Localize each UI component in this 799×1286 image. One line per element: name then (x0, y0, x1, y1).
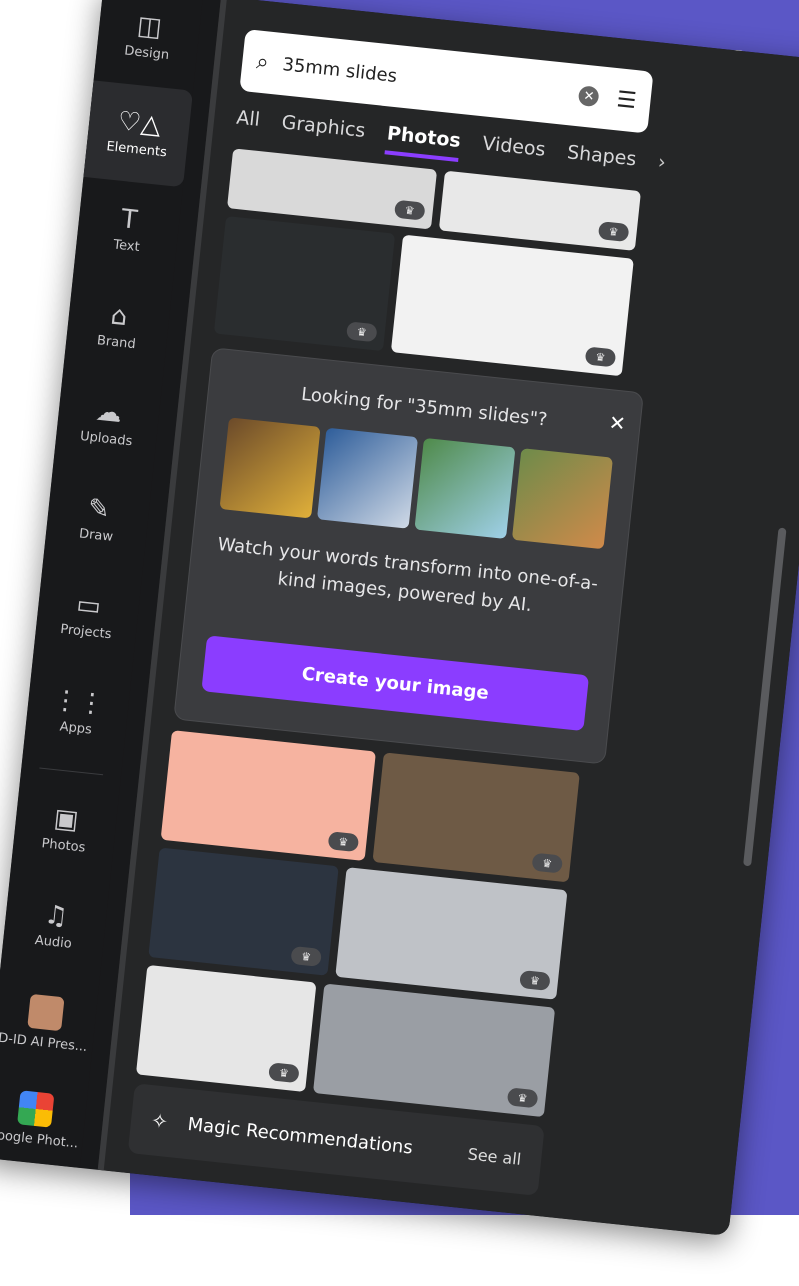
photo-result[interactable]: ♛ (160, 730, 376, 861)
create-image-button[interactable]: Create your image (201, 635, 590, 732)
promo-description: Watch your words transform into one-of-a… (216, 533, 599, 617)
premium-crown-icon: ♛ (393, 199, 426, 221)
ai-image-promo-card: ✕ Looking for "35mm slides"? Watch your … (173, 347, 644, 765)
sidebar-item-label: D-ID AI Pres... (0, 1030, 88, 1055)
premium-crown-icon: ♛ (290, 945, 323, 967)
premium-crown-icon: ♛ (268, 1062, 300, 1084)
sidebar-item-label: Google Phot... (0, 1127, 79, 1152)
sidebar-item-design[interactable]: ◫ Design (94, 0, 204, 91)
photo-result[interactable]: ♛ (148, 847, 339, 976)
premium-crown-icon: ♛ (345, 321, 378, 343)
apps-grid-icon: ⋮⋮ (51, 684, 106, 720)
premium-crown-icon: ♛ (531, 852, 564, 874)
sidebar-item-projects[interactable]: ▭ Projects (33, 563, 143, 670)
sidebar-item-text[interactable]: T Text (73, 177, 183, 284)
filter-icon[interactable]: ☰ (615, 87, 637, 114)
sidebar-item-label: Apps (58, 719, 93, 738)
sidebar-item-label: Uploads (79, 428, 133, 450)
magic-label: Magic Recommendations (186, 1113, 414, 1159)
sidebar-item-label: Text (112, 237, 141, 256)
folder-icon: ▭ (74, 589, 103, 622)
brand-icon: ⌂ (109, 300, 129, 333)
clear-icon[interactable]: ✕ (577, 85, 600, 108)
premium-crown-icon: ♛ (584, 346, 617, 368)
image-icon: ▣ (52, 803, 80, 836)
photo-result[interactable]: ♛ (438, 170, 642, 251)
sidebar-item-google-photos[interactable]: Google Phot... (0, 1066, 89, 1173)
sidebar-item-label: Design (123, 43, 170, 64)
search-icon: ⌕ (255, 48, 271, 76)
tab-shapes[interactable]: Shapes (565, 141, 637, 180)
sidebar-item-brand[interactable]: ⌂ Brand (63, 273, 173, 380)
results-grid-bottom: ♛ ♛ ♛ ♛ ♛ ♛ (135, 730, 753, 1129)
promo-sample-images (197, 415, 636, 552)
close-icon[interactable]: ✕ (608, 410, 627, 436)
sidebar-item-audio[interactable]: ♫ Audio (0, 873, 110, 980)
photo-result[interactable]: ♛ (135, 964, 317, 1093)
layout-icon: ◫ (135, 10, 164, 44)
sidebar-item-label: Photos (40, 836, 86, 856)
sidebar-divider (39, 767, 104, 776)
sample-image (414, 437, 516, 540)
sample-image (316, 427, 419, 529)
draw-icon: ✎ (86, 493, 112, 526)
sidebar-item-did-app[interactable]: D-ID AI Pres... (0, 970, 100, 1077)
text-icon: T (119, 204, 139, 236)
premium-crown-icon: ♛ (327, 831, 360, 853)
sidebar-item-label: Projects (59, 621, 113, 643)
photo-result[interactable]: ♛ (335, 867, 568, 1000)
editor-side-panel: ◫ Design ♡△ Elements T Text ⌂ Brand ☁ Up… (0, 0, 799, 1237)
avatar-app-icon (27, 993, 65, 1032)
photo-result[interactable]: ♛ (312, 983, 556, 1118)
photo-result[interactable]: ♛ (390, 234, 634, 377)
photo-result[interactable]: ♛ (372, 752, 580, 883)
sidebar-item-apps[interactable]: ⋮⋮ Apps (23, 659, 133, 766)
sidebar-item-label: Elements (105, 139, 168, 161)
upload-cloud-icon: ☁ (94, 396, 124, 430)
google-photos-icon (17, 1090, 55, 1128)
sidebar-item-photos[interactable]: ▣ Photos (10, 777, 120, 884)
search-query: 35mm slides (281, 53, 399, 87)
see-all-link[interactable]: See all (467, 1144, 522, 1169)
tab-photos[interactable]: Photos (384, 122, 462, 162)
tab-videos[interactable]: Videos (480, 132, 546, 170)
music-icon: ♫ (42, 899, 70, 933)
sample-image (511, 448, 613, 550)
sidebar-item-label: Audio (34, 933, 73, 952)
sidebar-item-uploads[interactable]: ☁ Uploads (53, 370, 163, 477)
tab-all[interactable]: All (234, 107, 261, 141)
sidebar-item-draw[interactable]: ✎ Draw (43, 466, 153, 573)
premium-crown-icon: ♛ (506, 1087, 539, 1109)
tab-graphics[interactable]: Graphics (280, 111, 367, 152)
premium-crown-icon: ♛ (519, 969, 551, 991)
sidebar-item-label: Draw (78, 526, 114, 545)
premium-crown-icon: ♛ (597, 221, 630, 243)
sidebar-item-label: Brand (96, 333, 137, 353)
shapes-icon: ♡△ (116, 106, 163, 141)
sparkle-icon: ✧ (149, 1108, 170, 1134)
elements-panel: ⌕ 35mm slides ✕ ☰ All Graphics Photos Vi… (97, 0, 799, 1237)
sidebar-item-elements[interactable]: ♡△ Elements (83, 80, 194, 188)
sample-image (219, 417, 321, 519)
photo-result[interactable]: ♛ (226, 148, 438, 230)
chevron-right-icon[interactable]: › (656, 151, 667, 184)
photo-result[interactable]: ♛ (213, 215, 396, 352)
